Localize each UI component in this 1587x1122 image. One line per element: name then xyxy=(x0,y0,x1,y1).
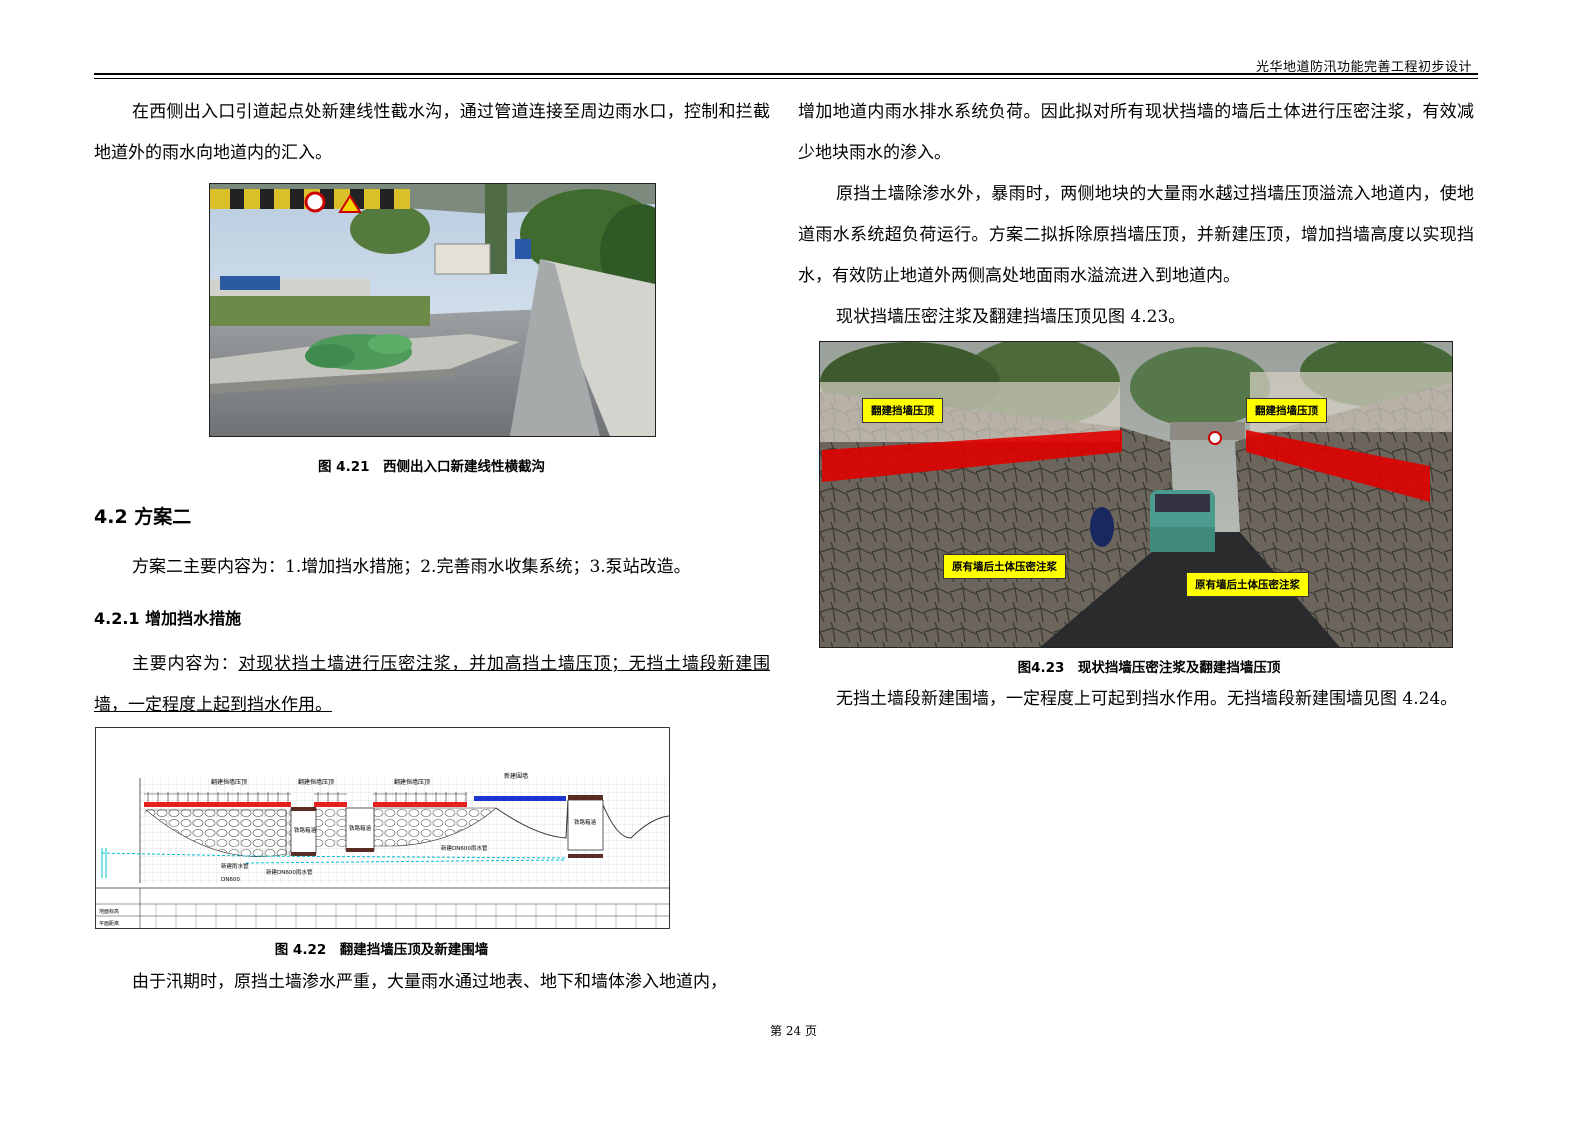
underpass-photo xyxy=(820,342,1452,647)
label-top-3: 翻建挡墙压顶 xyxy=(394,778,430,786)
right-paragraph-3: 现状挡墙压密注浆及翻建挡墙压顶见图 4.23。 xyxy=(836,307,1186,327)
label-pipe-2: 新建DN600雨水管 xyxy=(266,868,313,876)
table-row-label-1: 地面标高 xyxy=(99,908,119,915)
table-row-label-2: 平面距离 xyxy=(99,920,119,927)
label-pipe-3: 新建雨水管 xyxy=(221,862,249,870)
figure-4-21-photo xyxy=(209,183,656,437)
figure-4-23-caption: 图4.23 现状挡墙压密注浆及翻建挡墙压顶 xyxy=(1017,660,1281,676)
callout-rebuild-coping-left: 翻建挡墙压顶 xyxy=(862,398,943,423)
figure-4-21-caption: 图 4.21 西侧出入口新建线性横截沟 xyxy=(317,459,545,475)
callout-grouting-right: 原有墙后土体压密注浆 xyxy=(1186,572,1309,597)
figure-4-22-drawing: 翻建挡墙压顶 翻建挡墙压顶 翻建挡墙压顶 新建围墙 铁路箱涵 铁路箱涵 铁路箱涵… xyxy=(95,727,670,929)
label-top-2: 翻建挡墙压顶 xyxy=(298,778,334,786)
label-top-1: 翻建挡墙压顶 xyxy=(211,778,247,786)
left-paragraph-2: 方案二主要内容为：1.增加挡水措施；2.完善雨水收集系统；3.泵站改造。 xyxy=(132,557,691,577)
label-mid-2: 铁路箱涵 xyxy=(349,824,372,832)
label-top-4: 新建围墙 xyxy=(504,772,528,780)
label-pipe-1: 新建DN600雨水管 xyxy=(441,844,488,852)
figure-4-22-caption: 图 4.22 翻建挡墙压顶及新建围墙 xyxy=(274,942,489,958)
label-pipe-3b: DN600 xyxy=(221,877,240,883)
right-paragraph-2: 原挡土墙除渗水外，暴雨时，两侧地块的大量雨水越过挡墙压顶溢流入地道内，使地道雨水… xyxy=(798,184,1474,286)
figure-4-23-photo: 翻建挡墙压顶 翻建挡墙压顶 原有墙后土体压密注浆 原有墙后土体压密注浆 xyxy=(819,341,1453,648)
left-paragraph-4: 由于汛期时，原挡土墙渗水严重，大量雨水通过地表、地下和墙体渗入地道内， xyxy=(132,972,727,992)
right-paragraph-4: 无挡土墙段新建围墙，一定程度上可起到挡水作用。无挡墙段新建围墙见图 4.24。 xyxy=(836,689,1458,709)
para3-prefix: 主要内容为： xyxy=(132,654,239,674)
callout-grouting-left: 原有墙后土体压密注浆 xyxy=(943,554,1066,579)
west-entrance-photo xyxy=(210,184,655,436)
subsection-heading-4-2-1: 4.2.1 增加挡水措施 xyxy=(94,609,242,628)
header-rule-thick xyxy=(94,73,1478,75)
right-paragraph-1: 增加地道内雨水排水系统负荷。因此拟对所有现状挡墙的墙后土体进行压密注浆，有效减少… xyxy=(798,102,1474,163)
page-number: 第 24 页 xyxy=(770,1024,817,1038)
callout-rebuild-coping-right: 翻建挡墙压顶 xyxy=(1246,398,1327,423)
left-paragraph-1: 在西侧出入口引道起点处新建线性截水沟，通过管道连接至周边雨水口，控制和拦截地道外… xyxy=(94,102,770,163)
label-mid-1: 铁路箱涵 xyxy=(294,826,317,834)
section-heading-4-2: 4.2 方案二 xyxy=(94,506,192,528)
cross-section-diagram: 翻建挡墙压顶 翻建挡墙压顶 翻建挡墙压顶 新建围墙 铁路箱涵 铁路箱涵 铁路箱涵… xyxy=(96,772,669,928)
label-mid-3: 铁路箱涵 xyxy=(574,818,597,826)
header-rule-thin xyxy=(94,78,1478,79)
left-paragraph-3: 主要内容为：对现状挡土墙进行压密注浆，并加高挡土墙压顶；无挡土墙段新建围墙，一定… xyxy=(94,644,770,726)
